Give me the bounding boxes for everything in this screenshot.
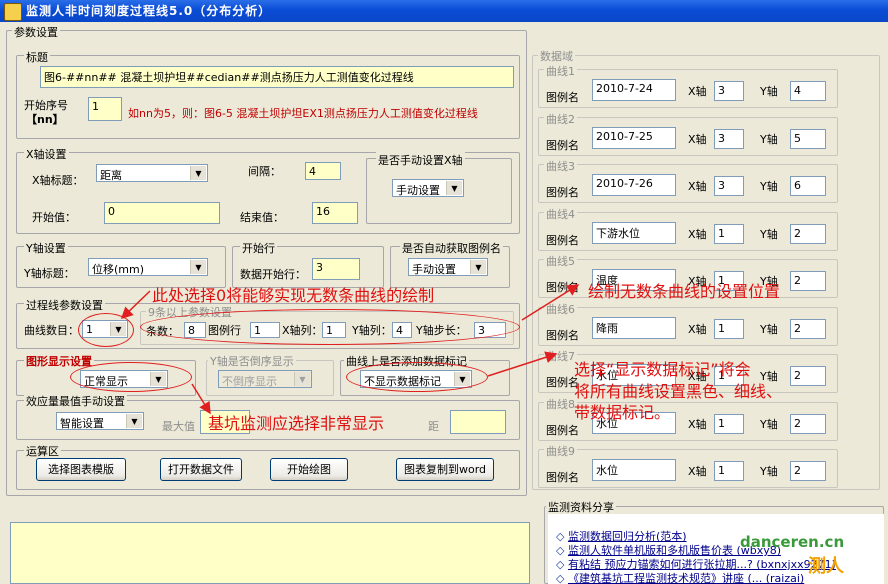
annotation-text-display: 基坑监测应选择非常显示 xyxy=(208,414,385,433)
arrow-count xyxy=(120,290,151,320)
annotation-text-marker-3: 带数据标记。 xyxy=(574,403,671,422)
arrow-display xyxy=(191,383,211,415)
arrow-marker xyxy=(487,351,558,377)
annotation-text-params: 绘制无数条曲线的设置位置 xyxy=(588,282,781,301)
annotation-text-count: 此处选择0将能够实现无数条曲线的绘制 xyxy=(152,286,435,305)
annotation-text-marker-1: 选择“显示数据标记”将会 xyxy=(574,360,751,379)
arrow-params xyxy=(521,284,580,321)
